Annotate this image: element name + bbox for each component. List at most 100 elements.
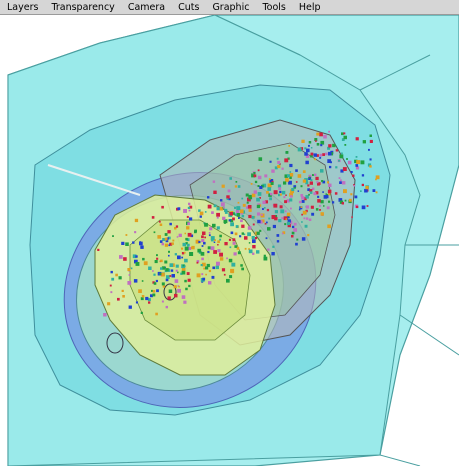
detector-hit xyxy=(248,208,252,212)
detector-hit xyxy=(128,274,131,276)
detector-hit xyxy=(300,185,303,188)
detector-hit xyxy=(256,231,260,235)
menu-layers[interactable]: Layers xyxy=(0,0,44,15)
detector-hit xyxy=(305,217,309,220)
detector-hit xyxy=(272,245,275,248)
detector-hit xyxy=(168,254,170,257)
menu-tools[interactable]: Tools xyxy=(255,0,291,15)
detector-hit xyxy=(125,242,129,246)
detector-hit xyxy=(316,181,319,184)
detector-hit xyxy=(171,242,174,245)
detector-hit xyxy=(153,282,157,285)
detector-hit xyxy=(202,231,206,235)
detector-hit xyxy=(251,236,255,240)
detector-hit xyxy=(176,236,179,238)
detector-hit xyxy=(241,214,245,218)
detector-hit xyxy=(219,257,224,261)
detector-hit xyxy=(256,197,260,202)
detector-hit xyxy=(186,226,190,230)
menu-camera[interactable]: Camera xyxy=(121,0,171,15)
detector-hit xyxy=(344,144,347,146)
detector-hit xyxy=(319,132,323,137)
detector-hit xyxy=(317,199,321,203)
detector-hit xyxy=(312,187,315,190)
detector-hit xyxy=(325,195,329,199)
menu-help[interactable]: Help xyxy=(292,0,327,15)
detector-hit xyxy=(268,178,271,180)
detector-hit xyxy=(198,209,201,212)
detector-hit xyxy=(216,261,220,266)
detector-hit xyxy=(254,180,258,184)
detector-hit xyxy=(335,166,338,169)
detector-hit xyxy=(235,181,238,183)
detector-hit xyxy=(164,260,168,264)
detector-hit xyxy=(269,197,272,201)
detector-hit xyxy=(281,232,284,235)
detector-hit xyxy=(289,198,293,202)
detector-hit xyxy=(253,190,257,194)
detector-hit xyxy=(167,230,171,234)
detector-hit xyxy=(269,160,272,163)
detector-hit xyxy=(153,231,156,234)
detector-hit xyxy=(285,178,289,182)
detector-hit xyxy=(291,231,295,235)
detector-hit xyxy=(308,144,310,147)
detector-hit xyxy=(257,212,261,216)
detector-hit xyxy=(350,171,353,173)
detector-hit xyxy=(177,271,179,274)
detector-hit xyxy=(207,204,212,209)
menu-cuts[interactable]: Cuts xyxy=(171,0,205,15)
detector-hit xyxy=(308,141,312,144)
detector-hit xyxy=(308,193,310,196)
menu-transparency[interactable]: Transparency xyxy=(44,0,120,15)
detector-hit xyxy=(148,301,151,304)
menu-graphic[interactable]: Graphic xyxy=(205,0,255,15)
detector-hit xyxy=(257,185,260,187)
detector-hit xyxy=(338,177,341,179)
detector-hit xyxy=(152,270,154,272)
detector-hit xyxy=(188,284,191,288)
detector-hit xyxy=(328,144,332,148)
detector-hit xyxy=(285,194,287,196)
detector-hit xyxy=(183,300,187,304)
detector-hit xyxy=(331,201,335,204)
detector-hit xyxy=(103,313,107,317)
detector-hit xyxy=(302,210,307,215)
detector-hit xyxy=(160,272,165,277)
detector-hit xyxy=(235,225,239,228)
detector-hit xyxy=(229,177,232,180)
detector-hit xyxy=(159,223,163,226)
detector-hit xyxy=(117,297,120,301)
detector-hit xyxy=(121,241,125,245)
detector-hit xyxy=(262,208,264,210)
detector-hit xyxy=(315,176,319,181)
detector-hit xyxy=(220,199,223,202)
detector-hit xyxy=(187,222,190,225)
detector-hit xyxy=(164,237,168,241)
detector-hit xyxy=(185,287,188,291)
detector-hit xyxy=(135,301,138,304)
barrel-edge xyxy=(399,314,459,356)
detector-hit xyxy=(375,178,377,181)
detector-hit xyxy=(306,148,310,153)
detector-hit xyxy=(286,221,291,226)
detector-hit xyxy=(219,252,223,257)
detector-hit xyxy=(178,233,182,237)
3d-event-display[interactable] xyxy=(0,15,459,466)
detector-hit xyxy=(239,235,242,238)
detector-hit xyxy=(362,140,366,144)
detector-hit xyxy=(295,181,298,183)
detector-hit xyxy=(270,192,273,196)
detector-hit xyxy=(167,296,171,300)
detector-hit xyxy=(307,234,310,237)
detector-hit xyxy=(205,266,209,270)
detector-hit xyxy=(229,212,233,216)
detector-hit xyxy=(119,255,123,259)
detector-hit xyxy=(343,135,347,140)
detector-hit xyxy=(210,236,215,240)
detector-hit xyxy=(297,190,300,192)
detector-hit xyxy=(343,132,346,135)
detector-hit xyxy=(317,195,320,198)
detector-hit xyxy=(328,200,331,203)
detector-hit xyxy=(168,250,170,253)
